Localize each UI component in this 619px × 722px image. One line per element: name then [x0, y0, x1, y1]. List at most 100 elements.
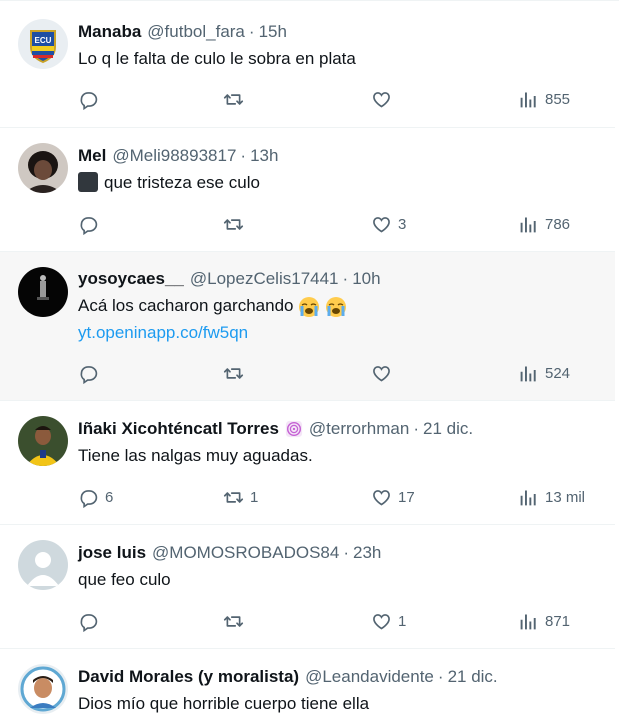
avatar[interactable]: ECU: [18, 19, 68, 69]
timestamp[interactable]: 21 dic.: [448, 667, 498, 687]
tweet-header: jose luis @MOMOSROBADOS84 · 23h: [78, 542, 381, 564]
separator-dot: ·: [343, 543, 349, 562]
tweet-header: Iñaki Xicohténcatl Torres @terrorhman · …: [78, 418, 473, 440]
tweet-header: Manaba @futbol_fara · 15h: [78, 21, 287, 43]
view-count: 786: [545, 215, 571, 233]
author-handle[interactable]: @Meli98893817: [112, 146, 236, 166]
tweet-header: Mel @Meli98893817 · 13h: [78, 145, 278, 167]
retweet-icon: [223, 93, 244, 105]
like-icon: [373, 613, 390, 629]
avatar[interactable]: [18, 416, 68, 466]
black-square-emoji: [78, 172, 98, 193]
author-name[interactable]: Iñaki Xicohténcatl Torres: [78, 419, 279, 439]
view-count: 855: [545, 90, 571, 108]
reply-icon: [80, 613, 98, 632]
avatar[interactable]: [18, 540, 68, 590]
views-button[interactable]: 871: [518, 610, 570, 632]
like-button[interactable]: 17: [371, 486, 415, 508]
separator-dot: ·: [342, 269, 349, 288]
tweet-text: Lo q le falta de culo le sobra en plata: [78, 49, 356, 68]
avatar-text: ECU: [35, 36, 52, 45]
timestamp[interactable]: 21 dic.: [423, 419, 473, 439]
views-icon: [520, 490, 536, 505]
reply-button[interactable]: [78, 362, 105, 384]
action-bar: 524: [78, 362, 598, 384]
author-name[interactable]: Manaba: [78, 22, 141, 42]
like-button[interactable]: [371, 88, 398, 110]
views-icon: [520, 217, 536, 232]
like-button[interactable]: 1: [371, 610, 406, 632]
view-count: 13 mil: [545, 488, 586, 506]
views-button[interactable]: 524: [518, 362, 570, 384]
tweet-text: Acá los cacharon garchando: [78, 296, 294, 315]
author-name[interactable]: David Morales (y moralista): [78, 667, 299, 687]
avatar[interactable]: [18, 143, 68, 193]
spiral-emoji: [285, 420, 303, 438]
retweet-button[interactable]: [223, 610, 250, 632]
retweet-button[interactable]: [223, 213, 250, 235]
crying-face-emoji: [299, 296, 320, 317]
tweet[interactable]: Mel @Meli98893817 · 13h que tristeza ese…: [0, 128, 615, 252]
tweet-header: David Morales (y moralista) @Leandaviden…: [78, 666, 498, 688]
author-name[interactable]: yosoycaes__: [78, 269, 184, 289]
reply-button[interactable]: [78, 88, 105, 110]
tweet-text: que tristeza ese culo: [104, 173, 260, 192]
like-count: 1: [398, 612, 407, 630]
retweet-count: 1: [250, 488, 259, 506]
tweet-link[interactable]: yt.openinapp.co/fw5qn: [78, 322, 248, 344]
action-bar: 855: [78, 88, 598, 110]
avatar[interactable]: [18, 664, 68, 714]
view-count: 524: [545, 364, 571, 382]
retweet-icon: [223, 491, 244, 503]
like-button[interactable]: [371, 362, 398, 384]
action-bar: 6 1 17 13 mil: [78, 486, 598, 508]
retweet-button[interactable]: [223, 88, 250, 110]
timestamp[interactable]: 13h: [250, 146, 278, 166]
author-handle[interactable]: @LopezCelis17441: [190, 269, 339, 289]
tweet-text: Dios mío que horrible cuerpo tiene ella: [78, 694, 370, 713]
reply-button[interactable]: [78, 213, 105, 235]
view-count: 871: [545, 612, 571, 630]
tweet[interactable]: ECU Manaba @futbol_fara · 15h Lo q le fa…: [0, 0, 615, 128]
like-icon: [373, 365, 390, 381]
reply-icon: [80, 489, 98, 508]
like-button[interactable]: 3: [371, 213, 406, 235]
tweet[interactable]: Iñaki Xicohténcatl Torres @terrorhman · …: [0, 401, 615, 525]
separator-dot: ·: [437, 667, 444, 686]
retweet-button[interactable]: 1: [223, 486, 258, 508]
views-icon: [520, 92, 536, 107]
reply-button[interactable]: 6: [78, 486, 113, 508]
reply-icon: [80, 216, 98, 235]
timestamp[interactable]: 23h: [353, 543, 381, 563]
tweet[interactable]: jose luis @MOMOSROBADOS84 · 23h que feo …: [0, 525, 615, 649]
separator-dot: ·: [413, 419, 419, 438]
views-icon: [520, 366, 536, 381]
tweet-text: Tiene las nalgas muy aguadas.: [78, 446, 313, 465]
author-handle[interactable]: @futbol_fara: [147, 22, 245, 42]
views-button[interactable]: 13 mil: [518, 486, 585, 508]
avatar[interactable]: [18, 267, 68, 317]
timestamp[interactable]: 15h: [259, 22, 287, 42]
tweet[interactable]: yosoycaes__ @LopezCelis17441 · 10h Acá l…: [0, 252, 615, 401]
reply-icon: [80, 91, 98, 110]
retweet-icon: [223, 218, 244, 230]
retweet-button[interactable]: [223, 362, 250, 384]
author-handle[interactable]: @Leandavidente: [305, 667, 434, 687]
separator-dot: ·: [240, 146, 247, 165]
tweet-text: que feo culo: [78, 570, 171, 589]
views-button[interactable]: 786: [518, 213, 570, 235]
like-icon: [373, 489, 390, 505]
tweet[interactable]: David Morales (y moralista) @Leandaviden…: [0, 649, 615, 722]
author-name[interactable]: jose luis: [78, 543, 146, 563]
reply-icon: [80, 365, 98, 384]
views-button[interactable]: 855: [518, 88, 570, 110]
tweet-header: yosoycaes__ @LopezCelis17441 · 10h: [78, 268, 381, 290]
timestamp[interactable]: 10h: [352, 269, 380, 289]
author-handle[interactable]: @terrorhman: [309, 419, 409, 439]
tweet-text-row: que tristeza ese culo: [78, 172, 260, 194]
reply-count: 6: [105, 488, 114, 506]
author-handle[interactable]: @MOMOSROBADOS84: [152, 543, 339, 563]
retweet-icon: [223, 367, 244, 379]
author-name[interactable]: Mel: [78, 146, 106, 166]
reply-button[interactable]: [78, 610, 105, 632]
